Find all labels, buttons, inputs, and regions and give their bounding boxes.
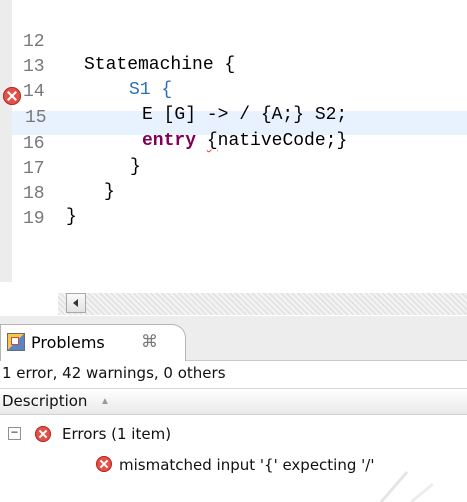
problems-view: Problems ⌘ 1 error, 42 warnings, 0 other…	[0, 316, 467, 502]
tree-group-label: Errors (1 item)	[62, 425, 172, 443]
code-editor[interactable]: 12 Statemachine { 13 S1 { 14 E [G] -> / …	[0, 0, 467, 282]
line-number: 19	[23, 209, 45, 229]
watermark-graphic	[379, 471, 434, 502]
tab-problems[interactable]: Problems ⌘	[0, 324, 186, 361]
error-icon	[35, 426, 51, 442]
collapse-icon[interactable]: −	[8, 426, 21, 440]
problems-view-icon	[7, 333, 25, 351]
watermark-stroke-b	[410, 482, 434, 502]
code-text: }	[66, 207, 77, 227]
tab-label: Problems	[31, 333, 105, 352]
arrow-left-icon[interactable]	[66, 293, 86, 313]
sort-ascending-icon: ▲	[100, 396, 110, 407]
close-tab-icon[interactable]: ⌘	[141, 332, 158, 352]
column-header-label: Description	[2, 392, 88, 410]
column-header-description[interactable]: Description ▲	[0, 388, 467, 415]
editor-gutter	[0, 0, 12, 282]
horizontal-scrollbar[interactable]	[58, 293, 467, 315]
code-line-14[interactable]: 14 E [G] -> / {A;} S2;	[12, 58, 467, 125]
view-tab-bar: Problems ⌘	[0, 316, 467, 361]
error-icon[interactable]	[3, 87, 21, 105]
code-line-17[interactable]: 17 }	[12, 135, 467, 202]
code-line-15[interactable]: 15 entry {nativeCode;}	[12, 84, 467, 151]
watermark-stroke-a	[379, 471, 409, 502]
code-line-13[interactable]: 13 S1 {	[12, 33, 467, 100]
tree-group-errors[interactable]: − Errors (1 item)	[0, 423, 467, 449]
error-icon	[96, 456, 112, 472]
problem-description: mismatched input '{' expecting '/'	[119, 456, 375, 474]
problems-summary: 1 error, 42 warnings, 0 others	[2, 364, 226, 382]
code-line-18[interactable]: 18 }	[12, 160, 467, 227]
code-line-16[interactable]: 16 }	[12, 110, 467, 177]
code-line-19[interactable]: 19	[12, 185, 467, 229]
code-line-12[interactable]: 12 Statemachine {	[12, 8, 467, 75]
